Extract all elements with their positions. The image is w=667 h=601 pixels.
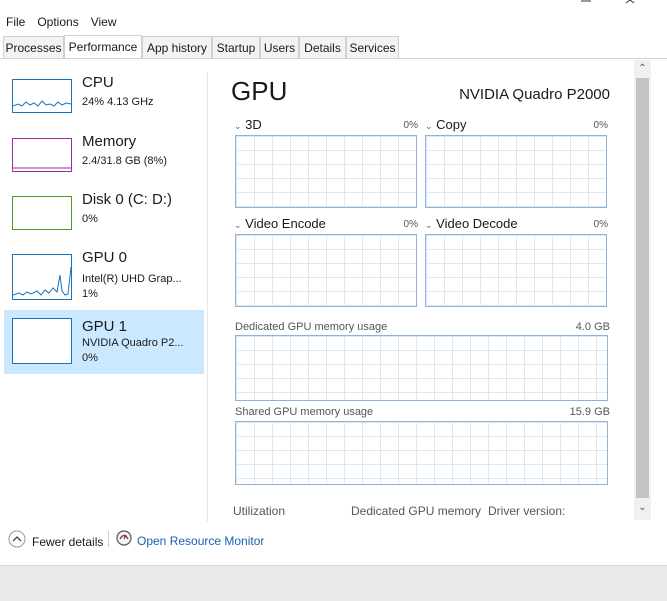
sidebar-item-gpu1[interactable]: GPU 1 NVIDIA Quadro P2... 0%: [4, 310, 204, 374]
chevron-down-icon: ⌄: [425, 121, 433, 131]
dedicated-memory-max: 4.0 GB: [575, 321, 610, 333]
engine-copy-selector[interactable]: ⌄ Copy: [425, 117, 467, 132]
engine-video-decode-percent: 0%: [593, 219, 608, 230]
minimize-icon[interactable]: [578, 0, 594, 8]
engine-video-decode-label: Video Decode: [436, 216, 518, 231]
sidebar-memory-stat: 2.4/31.8 GB (8%): [82, 155, 167, 167]
sidebar-cpu-label: CPU: [82, 74, 114, 91]
sidebar-gpu1-stat: 0%: [82, 352, 98, 364]
gpu0-thumbnail-graph: [12, 254, 72, 300]
engine-video-encode-selector[interactable]: ⌄ Video Encode: [234, 216, 326, 231]
title-bar: [0, 0, 667, 8]
sidebar-disk-label: Disk 0 (C: D:): [82, 191, 172, 208]
tab-startup[interactable]: Startup: [212, 36, 260, 58]
sidebar-item-gpu0[interactable]: GPU 0 Intel(R) UHD Grap... 1%: [4, 247, 204, 311]
scroll-up-icon[interactable]: ⌃: [634, 63, 651, 74]
engine-3d-graph: [235, 135, 417, 208]
sidebar-cpu-stat: 24% 4.13 GHz: [82, 96, 154, 108]
engine-3d-selector[interactable]: ⌄ 3D: [234, 117, 262, 132]
sidebar-gpu0-stat: 1%: [82, 288, 98, 300]
sidebar-item-cpu[interactable]: CPU 24% 4.13 GHz: [4, 72, 204, 136]
engine-copy-percent: 0%: [593, 120, 608, 131]
chevron-down-icon: ⌄: [234, 121, 242, 131]
memory-thumbnail-graph: [12, 138, 72, 172]
tab-services[interactable]: Services: [346, 36, 399, 58]
window-bottom-bar: [0, 565, 667, 601]
dedicated-memory-label: Dedicated GPU memory usage: [235, 321, 388, 333]
sidebar-gpu0-model: Intel(R) UHD Grap...: [82, 273, 182, 285]
fewer-details-button[interactable]: Fewer details: [8, 530, 103, 553]
menu-bar: File Options View: [0, 12, 123, 32]
menu-options[interactable]: Options: [31, 12, 78, 32]
engine-video-decode-graph: [425, 234, 607, 307]
tab-performance[interactable]: Performance: [64, 35, 142, 59]
chevron-up-circle-icon: [8, 530, 26, 553]
fewer-details-label: Fewer details: [32, 534, 104, 549]
utilization-label: Utilization: [233, 504, 286, 518]
sidebar-gpu0-label: GPU 0: [82, 249, 128, 266]
shared-memory-max: 15.9 GB: [569, 406, 610, 418]
sidebar-disk-stat: 0%: [82, 213, 98, 225]
cpu-thumbnail-graph: [12, 79, 72, 113]
dedicated-memory-stat-label: Dedicated GPU memory: [351, 504, 482, 518]
tab-divider: [0, 58, 667, 59]
dedicated-memory-graph: [235, 335, 608, 401]
sidebar-memory-label: Memory: [82, 133, 137, 150]
shared-memory-graph: [235, 421, 608, 485]
gpu-model-name: NVIDIA Quadro P2000: [459, 86, 610, 103]
open-resource-monitor-label: Open Resource Monitor: [137, 533, 265, 548]
disk-thumbnail-graph: [12, 196, 72, 230]
engine-3d-percent: 0%: [403, 120, 418, 131]
scrollbar-thumb[interactable]: [636, 78, 649, 498]
sidebar-item-disk[interactable]: Disk 0 (C: D:) 0%: [4, 189, 204, 253]
tab-app-history[interactable]: App history: [142, 36, 212, 58]
sidebar-item-memory[interactable]: Memory 2.4/31.8 GB (8%): [4, 131, 204, 195]
open-resource-monitor-link[interactable]: Open Resource Monitor: [116, 530, 264, 551]
close-icon[interactable]: [622, 0, 638, 8]
engine-video-decode-selector[interactable]: ⌄ Video Decode: [425, 216, 518, 231]
driver-version-label: Driver version:: [488, 504, 566, 518]
scroll-down-icon[interactable]: ⌄: [634, 502, 651, 513]
chevron-down-icon: ⌄: [234, 220, 242, 230]
engine-copy-label: Copy: [436, 117, 467, 132]
sidebar-gpu1-label: GPU 1: [82, 318, 128, 335]
shared-memory-label: Shared GPU memory usage: [235, 406, 374, 418]
page-title: GPU: [231, 76, 288, 106]
menu-view[interactable]: View: [85, 12, 117, 32]
sidebar-gpu1-model: NVIDIA Quadro P2...: [82, 337, 184, 349]
tab-processes[interactable]: Processes: [3, 36, 64, 58]
chevron-down-icon: ⌄: [425, 220, 433, 230]
menu-file[interactable]: File: [0, 12, 25, 32]
pane-divider: [207, 72, 208, 522]
engine-copy-graph: [425, 135, 607, 208]
engine-video-encode-percent: 0%: [403, 219, 418, 230]
footer-separator: [108, 531, 109, 547]
gpu1-thumbnail-graph: [12, 318, 72, 364]
resource-monitor-icon: [116, 530, 132, 551]
tab-users[interactable]: Users: [260, 36, 299, 58]
engine-video-encode-graph: [235, 234, 417, 307]
engine-video-encode-label: Video Encode: [245, 216, 326, 231]
tab-details[interactable]: Details: [299, 36, 346, 58]
engine-3d-label: 3D: [245, 117, 262, 132]
tab-bar: Processes Performance App history Startu…: [0, 35, 667, 59]
